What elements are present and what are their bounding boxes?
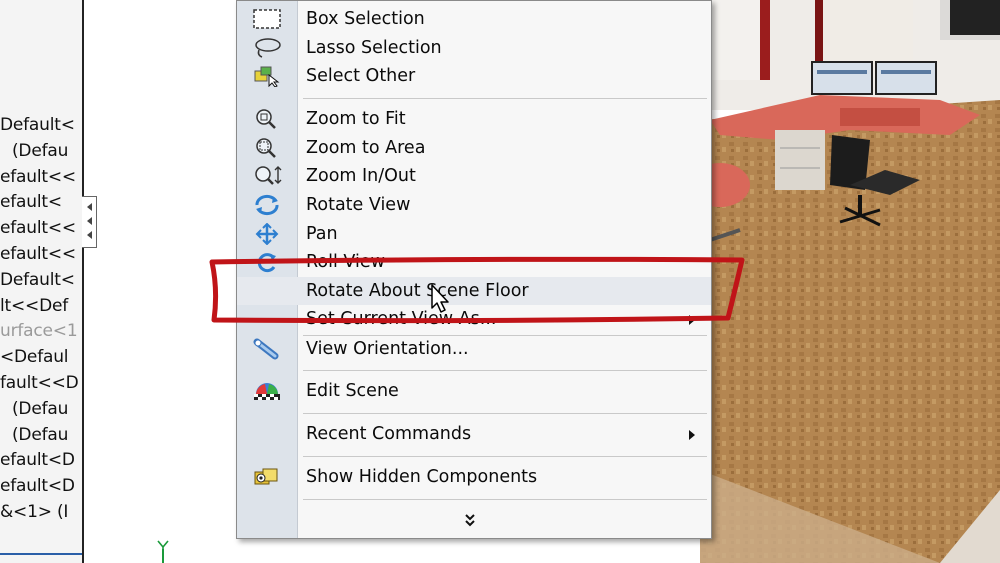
menu-item-label: Lasso Selection [306, 38, 442, 58]
tree-row[interactable]: efault<D [0, 448, 82, 474]
menu-separator [303, 413, 707, 414]
tree-row[interactable]: efault<D [0, 474, 82, 500]
menu-item-box-selection[interactable]: Box Selection [237, 5, 711, 33]
tree-row[interactable]: (Defau [0, 139, 82, 165]
rotate-view-icon [255, 195, 279, 215]
menu-item-edit-scene[interactable]: Edit Scene [237, 377, 711, 405]
tree-row[interactable]: efault<< [0, 242, 82, 268]
zoom-area-icon [256, 138, 276, 158]
submenu-arrow-icon [689, 315, 695, 325]
menu-item-label: Rotate About Scene Floor [306, 281, 529, 301]
menu-item-label: Show Hidden Components [306, 467, 538, 487]
submenu-arrow-icon [689, 430, 695, 440]
tree-row[interactable]: (Defau [0, 397, 82, 423]
feature-tree-list: Default< (Defau efault<< efault< efault<… [0, 113, 82, 526]
panel-collapse-tab[interactable] [82, 196, 97, 248]
context-menu: Box Selection Lasso Selection Select Oth… [236, 0, 712, 539]
menu-item-label: Recent Commands [306, 424, 472, 444]
edit-scene-icon [254, 383, 280, 400]
chevron-left-icon [87, 203, 92, 211]
menu-item-set-current-view-as[interactable]: Set Current View As... [237, 305, 711, 333]
tree-footer-bar [0, 553, 82, 555]
chevron-left-icon [87, 217, 92, 225]
view-orientation-icon [253, 338, 279, 360]
tree-row[interactable]: urface<1 [0, 319, 82, 345]
show-hidden-icon [254, 468, 278, 485]
menu-item-roll-view[interactable]: Roll View [237, 248, 711, 276]
tree-row[interactable]: &<1> (I [0, 500, 82, 526]
menu-item-view-orientation[interactable]: View Orientation... [237, 335, 711, 363]
menu-item-recent-commands[interactable]: Recent Commands [237, 420, 711, 448]
pan-icon [255, 223, 279, 245]
graphics-area[interactable] [700, 0, 1000, 563]
menu-separator [303, 370, 707, 371]
tree-row[interactable]: Default< [0, 113, 82, 139]
menu-item-label: Zoom to Fit [306, 109, 406, 129]
menu-item-rotate-about-scene-floor[interactable]: Rotate About Scene Floor [237, 277, 711, 305]
menu-item-label: Pan [306, 224, 338, 244]
menu-item-zoom-to-fit[interactable]: Zoom to Fit [237, 105, 711, 133]
menu-item-zoom-in-out[interactable]: Zoom In/Out [237, 162, 711, 190]
menu-item-label: Set Current View As... [306, 309, 497, 329]
menu-item-label: Rotate View [306, 195, 411, 215]
chevron-left-icon [87, 231, 92, 239]
double-chevron-down-icon[interactable] [463, 513, 477, 527]
select-other-icon [254, 66, 280, 87]
menu-item-zoom-to-area[interactable]: Zoom to Area [237, 134, 711, 162]
menu-item-label: View Orientation... [306, 339, 469, 359]
zoom-fit-icon [256, 109, 276, 129]
tree-row[interactable]: fault<<D [0, 371, 82, 397]
origin-triad-icon [157, 540, 169, 563]
menu-separator [303, 456, 707, 457]
tree-row[interactable]: <Defaul [0, 345, 82, 371]
roll-view-icon [257, 253, 276, 273]
menu-item-label: Zoom In/Out [306, 166, 416, 186]
menu-item-lasso-selection[interactable]: Lasso Selection [237, 34, 711, 62]
menu-item-label: Edit Scene [306, 381, 399, 401]
menu-item-show-hidden-components[interactable]: Show Hidden Components [237, 463, 711, 491]
menu-item-select-other[interactable]: Select Other [237, 62, 711, 90]
mouse-cursor-icon [431, 284, 449, 313]
tree-row[interactable]: Default< [0, 268, 82, 294]
tree-row[interactable]: efault< [0, 190, 82, 216]
menu-separator [303, 98, 707, 99]
menu-item-pan[interactable]: Pan [237, 220, 711, 248]
menu-separator [303, 499, 707, 500]
menu-item-rotate-view[interactable]: Rotate View [237, 191, 711, 219]
menu-item-label: Roll View [306, 252, 385, 272]
tree-row[interactable]: (Defau [0, 423, 82, 449]
menu-item-label: Box Selection [306, 9, 425, 29]
office-scene-image [700, 0, 1000, 563]
tree-row[interactable]: efault<< [0, 216, 82, 242]
tree-row[interactable]: lt<<Def [0, 294, 82, 320]
tree-row[interactable]: efault<< [0, 165, 82, 191]
zoom-in-out-icon [255, 166, 282, 185]
lasso-icon [255, 38, 281, 58]
box-selection-icon [253, 9, 281, 29]
feature-tree-panel: Default< (Defau efault<< efault< efault<… [0, 0, 84, 563]
menu-item-label: Select Other [306, 66, 416, 86]
menu-item-label: Zoom to Area [306, 138, 426, 158]
